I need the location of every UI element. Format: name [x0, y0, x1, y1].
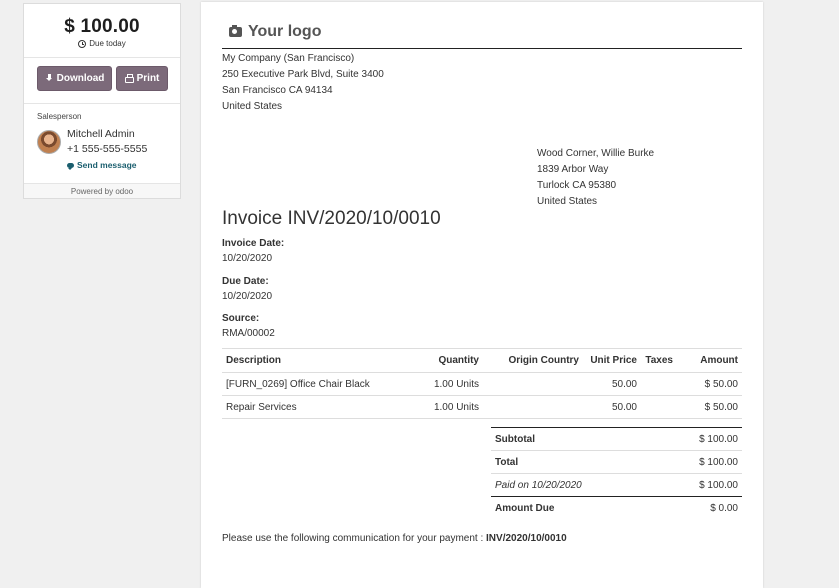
- salesperson-phone: +1 555-555-5555: [67, 143, 148, 155]
- paid-amount: $ 100.00: [658, 473, 742, 497]
- customer-line: United States: [537, 196, 598, 207]
- customer-line: Turlock CA 95380: [537, 180, 617, 191]
- salesperson-section: Salesperson Mitchell Admin +1 555-555-55…: [24, 104, 180, 184]
- payment-communication: Please use the following communication f…: [222, 533, 567, 544]
- company-line: United States: [222, 101, 283, 112]
- send-message-link[interactable]: Send message: [67, 160, 147, 170]
- avatar: [37, 130, 61, 154]
- powered-by[interactable]: Powered by odoo: [24, 184, 180, 198]
- table-row: Repair Services 1.00 Units 50.00 $ 50.00: [222, 395, 742, 419]
- due-date-info: Due Date: 10/20/2020: [222, 276, 272, 302]
- payment-row: Paid on 10/20/2020 $ 100.00: [491, 473, 742, 497]
- line-amount: $ 50.00: [677, 372, 742, 396]
- line-amount: $ 50.00: [677, 395, 742, 419]
- line-quantity: 1.00 Units: [387, 395, 483, 419]
- logo-text: Your logo: [248, 23, 322, 40]
- chat-icon: [67, 162, 74, 170]
- clock-icon: [78, 39, 87, 48]
- col-amount: Amount: [677, 348, 742, 373]
- invoice-title: Invoice INV/2020/10/0010: [222, 208, 441, 229]
- table-row: [FURN_0269] Office Chair Black 1.00 Unit…: [222, 372, 742, 396]
- invoice-date-label: Invoice Date:: [222, 238, 285, 249]
- line-origin: [483, 372, 583, 396]
- amount-due-row: Amount Due $ 0.00: [491, 497, 742, 520]
- camera-icon: [229, 25, 242, 37]
- total-value: $ 100.00: [658, 450, 742, 474]
- totals-table: Subtotal $ 100.00 Total $ 100.00 Paid on…: [491, 427, 742, 520]
- amount-due-value: $ 0.00: [710, 502, 738, 514]
- company-line: San Francisco CA 94134: [222, 85, 333, 96]
- col-quantity: Quantity: [387, 348, 483, 373]
- source-info: Source: RMA/00002: [222, 313, 275, 339]
- col-unit-price: Unit Price: [583, 348, 641, 373]
- line-description: [FURN_0269] Office Chair Black: [222, 372, 387, 396]
- paid-label: Paid on 10/20/2020: [491, 473, 659, 497]
- amount-due-label: Amount Due: [495, 502, 555, 514]
- line-quantity: 1.00 Units: [387, 372, 483, 396]
- line-unit-price: 50.00: [583, 395, 641, 419]
- customer-line: 1839 Arbor Way: [537, 164, 609, 175]
- download-label: Download: [56, 73, 105, 84]
- invoice-date-info: Invoice Date: 10/20/2020: [222, 238, 284, 264]
- due-label: Due today: [89, 39, 126, 48]
- subtotal-row: Subtotal $ 100.00: [491, 427, 742, 451]
- source-value: RMA/00002: [222, 328, 275, 339]
- total-label: Total: [491, 450, 659, 474]
- total-row: Total $ 100.00: [491, 450, 742, 474]
- action-buttons: Download Print: [24, 58, 180, 104]
- due-date-value: 10/20/2020: [222, 291, 273, 302]
- amount-due-total: $ 100.00: [64, 16, 140, 37]
- company-line: My Company (San Francisco): [222, 53, 355, 64]
- subtotal-value: $ 100.00: [658, 427, 742, 451]
- communication-text: Please use the following communication f…: [222, 533, 487, 544]
- due-date-label: Due Date:: [222, 276, 269, 287]
- header-divider: [222, 48, 742, 49]
- col-taxes: Taxes: [641, 348, 677, 373]
- line-unit-price: 50.00: [583, 372, 641, 396]
- salesperson-label: Salesperson: [37, 112, 82, 121]
- source-label: Source:: [222, 313, 260, 324]
- company-line: 250 Executive Park Blvd, Suite 3400: [222, 69, 384, 80]
- customer-line: Wood Corner, Willie Burke: [537, 148, 655, 159]
- col-origin-country: Origin Country: [483, 348, 583, 373]
- due-status: Due today: [24, 39, 180, 48]
- print-button[interactable]: Print: [116, 66, 168, 91]
- print-label: Print: [136, 73, 160, 84]
- line-description: Repair Services: [222, 395, 387, 419]
- download-icon: [45, 74, 54, 83]
- salesperson-name: Mitchell Admin: [67, 128, 135, 140]
- download-button[interactable]: Download: [37, 66, 112, 91]
- col-description: Description: [222, 348, 387, 373]
- invoice-document: Your logo My Company (San Francisco) 250…: [201, 2, 763, 588]
- invoice-lines-table: Description Quantity Origin Country Unit…: [222, 348, 742, 419]
- send-message-label: Send message: [77, 160, 137, 170]
- subtotal-label: Subtotal: [491, 427, 659, 451]
- amount-summary: $ 100.00 Due today: [24, 4, 180, 58]
- customer-address: Wood Corner, Willie Burke 1839 Arbor Way…: [537, 146, 654, 210]
- line-taxes: [641, 395, 677, 419]
- invoice-sidebar: $ 100.00 Due today Download Print Salesp…: [23, 3, 181, 199]
- line-origin: [483, 395, 583, 419]
- table-header-row: Description Quantity Origin Country Unit…: [222, 348, 742, 373]
- print-icon: [124, 73, 134, 83]
- invoice-date-value: 10/20/2020: [222, 253, 273, 264]
- company-address: My Company (San Francisco) 250 Executive…: [222, 51, 384, 115]
- communication-reference: INV/2020/10/0010: [486, 533, 567, 544]
- line-taxes: [641, 372, 677, 396]
- company-logo: Your logo: [229, 23, 321, 41]
